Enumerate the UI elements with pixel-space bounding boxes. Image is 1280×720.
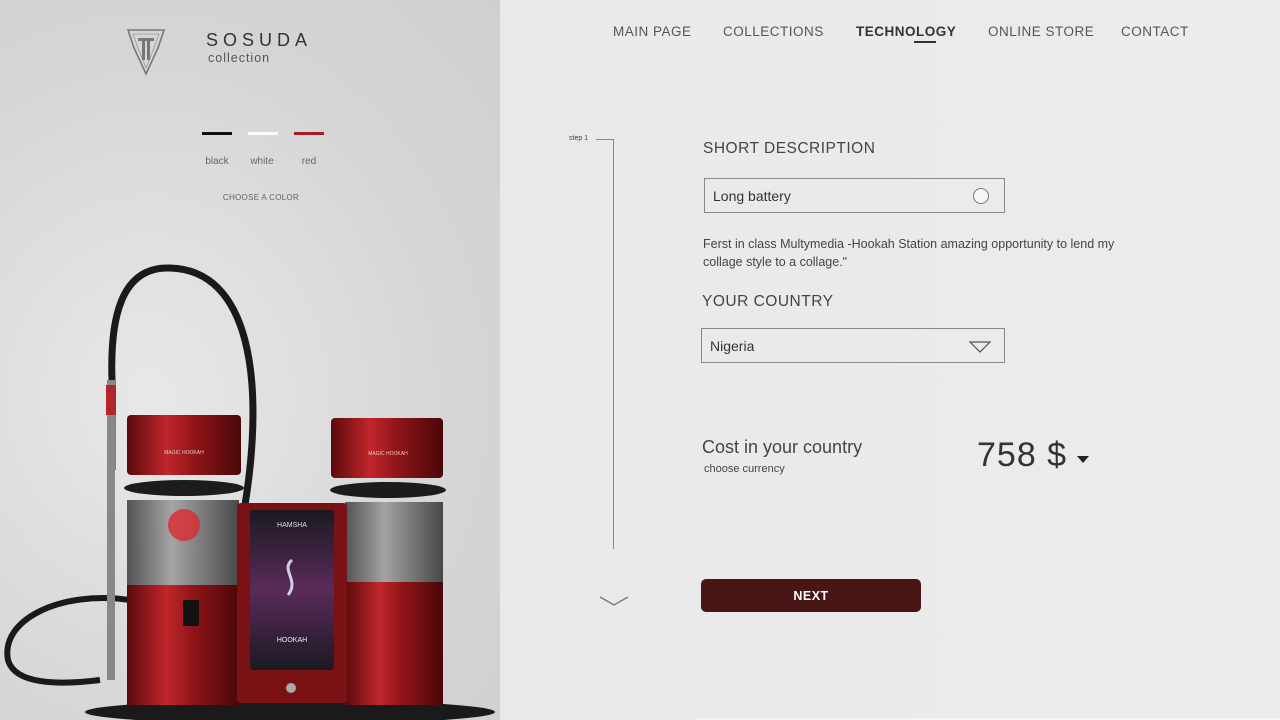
currency-caret-icon[interactable]: [1076, 455, 1090, 464]
short-description-title: SHORT DESCRIPTION: [703, 140, 876, 157]
screen-title: HAMSHA: [277, 522, 307, 529]
cup-label-right: MAGIC HOOKAH: [368, 451, 408, 457]
main-nav: MAIN PAGE COLLECTIONS TECHNOLOGY ONLINE …: [0, 24, 1280, 54]
nav-technology[interactable]: TECHNOLOGY: [856, 24, 957, 43]
color-label-black[interactable]: black: [197, 156, 237, 167]
cup-label-left: MAGIC HOOKAH: [164, 450, 204, 456]
next-button[interactable]: NEXT: [701, 579, 921, 612]
country-select[interactable]: Nigeria: [701, 328, 1005, 363]
step-line-horizontal: [596, 139, 614, 140]
product-description-text: Ferst in class Multymedia -Hookah Statio…: [703, 237, 1115, 269]
choose-color-label: CHOOSE A COLOR: [222, 193, 300, 202]
nav-main-page[interactable]: MAIN PAGE: [613, 24, 692, 39]
hookah-product-image: HAMSHA HOOKAH MAGIC HOOKAH MAGIC HOOKAH: [4, 264, 495, 720]
radio-button[interactable]: [973, 188, 989, 204]
nav-collections[interactable]: COLLECTIONS: [723, 24, 824, 39]
chevron-down-icon[interactable]: [598, 594, 630, 608]
color-label-white[interactable]: white: [242, 156, 282, 167]
short-description-value: Long battery: [713, 187, 791, 204]
color-swatch-red[interactable]: [294, 132, 324, 135]
screen-label: HOOKAH: [277, 637, 307, 644]
nav-technology-label: TECHNOLOGY: [856, 24, 957, 39]
choose-currency-link[interactable]: choose currency: [704, 463, 785, 475]
nav-contact[interactable]: CONTACT: [1121, 24, 1189, 39]
step-line-vertical: [613, 139, 614, 549]
cost-label: Cost in your country: [702, 437, 863, 457]
color-swatch-black[interactable]: [202, 132, 232, 135]
country-value: Nigeria: [710, 337, 755, 354]
color-swatch-white[interactable]: [248, 132, 278, 135]
step-label: step 1: [569, 135, 589, 142]
color-label-red[interactable]: red: [289, 156, 329, 167]
short-description-field[interactable]: Long battery: [704, 178, 1005, 213]
country-title: YOUR COUNTRY: [702, 293, 834, 310]
nav-online-store[interactable]: ONLINE STORE: [988, 24, 1094, 39]
dropdown-triangle-icon[interactable]: [969, 341, 991, 353]
price-value: 758 $: [977, 436, 1068, 474]
active-nav-indicator: [914, 41, 936, 43]
